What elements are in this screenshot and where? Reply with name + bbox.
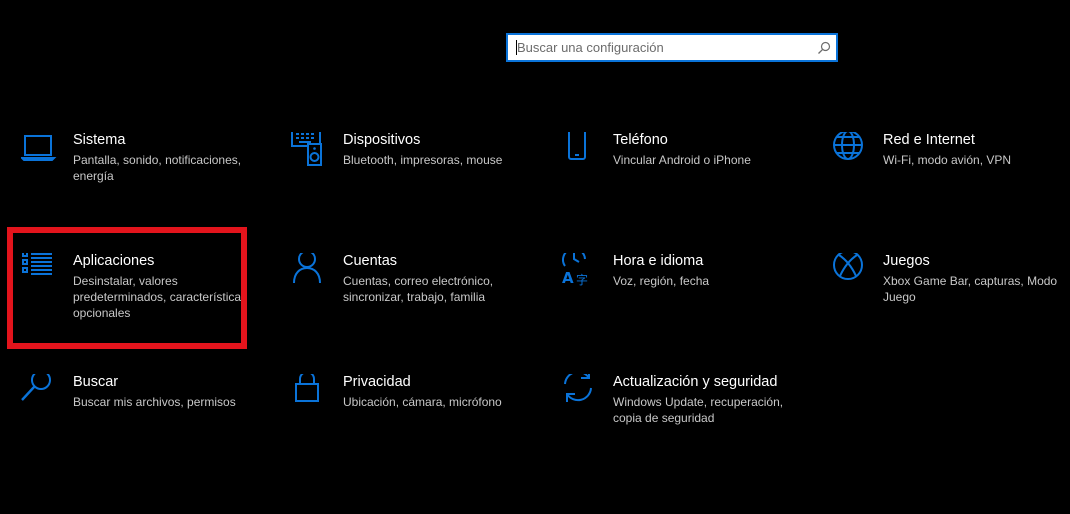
tile-title: Cuentas [343, 253, 398, 269]
tile-privacidad[interactable]: Privacidad Ubicación, cámara, micrófono [291, 371, 541, 474]
person-icon [291, 250, 327, 289]
tile-description: Vincular Android o iPhone [613, 153, 751, 167]
tile-title: Buscar [73, 374, 119, 390]
tile-dispositivos[interactable]: Dispositivos Bluetooth, impresoras, mous… [291, 128, 541, 232]
lock-icon [291, 371, 327, 410]
tile-description: Pantalla, sonido, notificaciones, energí… [73, 153, 242, 183]
tile-hora-idioma[interactable]: A 字 Hora e idioma Voz, región, fecha [561, 247, 811, 353]
tile-cuentas[interactable]: Cuentas Cuentas, correo electrónico, sin… [291, 250, 541, 353]
tile-title: Privacidad [343, 374, 411, 390]
tile-buscar[interactable]: Buscar Buscar mis archivos, permisos [21, 370, 271, 474]
tile-actualizacion-seguridad[interactable]: Actualización y seguridad Windows Update… [561, 370, 811, 474]
search-box[interactable] [506, 33, 838, 62]
highlight-box [7, 227, 247, 349]
laptop-icon [19, 132, 57, 168]
tile-description: Wi-Fi, modo avión, VPN [883, 153, 1012, 167]
tile-telefono[interactable]: Teléfono Vincular Android o iPhone [561, 128, 811, 232]
tile-title: Teléfono [613, 132, 668, 148]
tile-description: Buscar mis archivos, permisos [73, 395, 236, 409]
globe-icon [831, 130, 867, 168]
tile-title: Hora e idioma [613, 253, 704, 269]
search-icon [21, 370, 57, 410]
svg-text:字: 字 [576, 272, 588, 287]
sync-icon [561, 370, 597, 410]
svg-text:A: A [562, 269, 574, 287]
tile-title: Actualización y seguridad [613, 374, 778, 390]
tile-title: Sistema [73, 132, 126, 148]
tile-description: Ubicación, cámara, micrófono [343, 395, 502, 409]
search-icon[interactable] [812, 35, 836, 60]
tile-title: Red e Internet [883, 132, 975, 148]
text-caret [516, 40, 517, 55]
search-input[interactable] [508, 35, 812, 60]
tile-title: Dispositivos [343, 132, 421, 148]
tile-juegos[interactable]: Juegos Xbox Game Bar, capturas, Modo Jue… [831, 250, 1070, 353]
tile-description: Windows Update, recuperación, copia de s… [613, 395, 784, 425]
tile-description: Voz, región, fecha [613, 274, 710, 288]
phone-icon [561, 128, 597, 168]
settings-window: Sistema Pantalla, sonido, notificaciones… [0, 0, 1070, 514]
tile-sistema[interactable]: Sistema Pantalla, sonido, notificaciones… [19, 132, 271, 232]
tile-description: Xbox Game Bar, capturas, Modo Juego [883, 274, 1058, 304]
xbox-icon [831, 250, 867, 289]
tile-title: Juegos [883, 253, 930, 269]
time-language-icon: A 字 [561, 247, 597, 289]
tile-description: Cuentas, correo electrónico, sincronizar… [343, 274, 494, 304]
tile-description: Bluetooth, impresoras, mouse [343, 153, 503, 167]
keyboard-speaker-icon [291, 128, 327, 168]
tile-red-internet[interactable]: Red e Internet Wi-Fi, modo avión, VPN [831, 130, 1070, 232]
